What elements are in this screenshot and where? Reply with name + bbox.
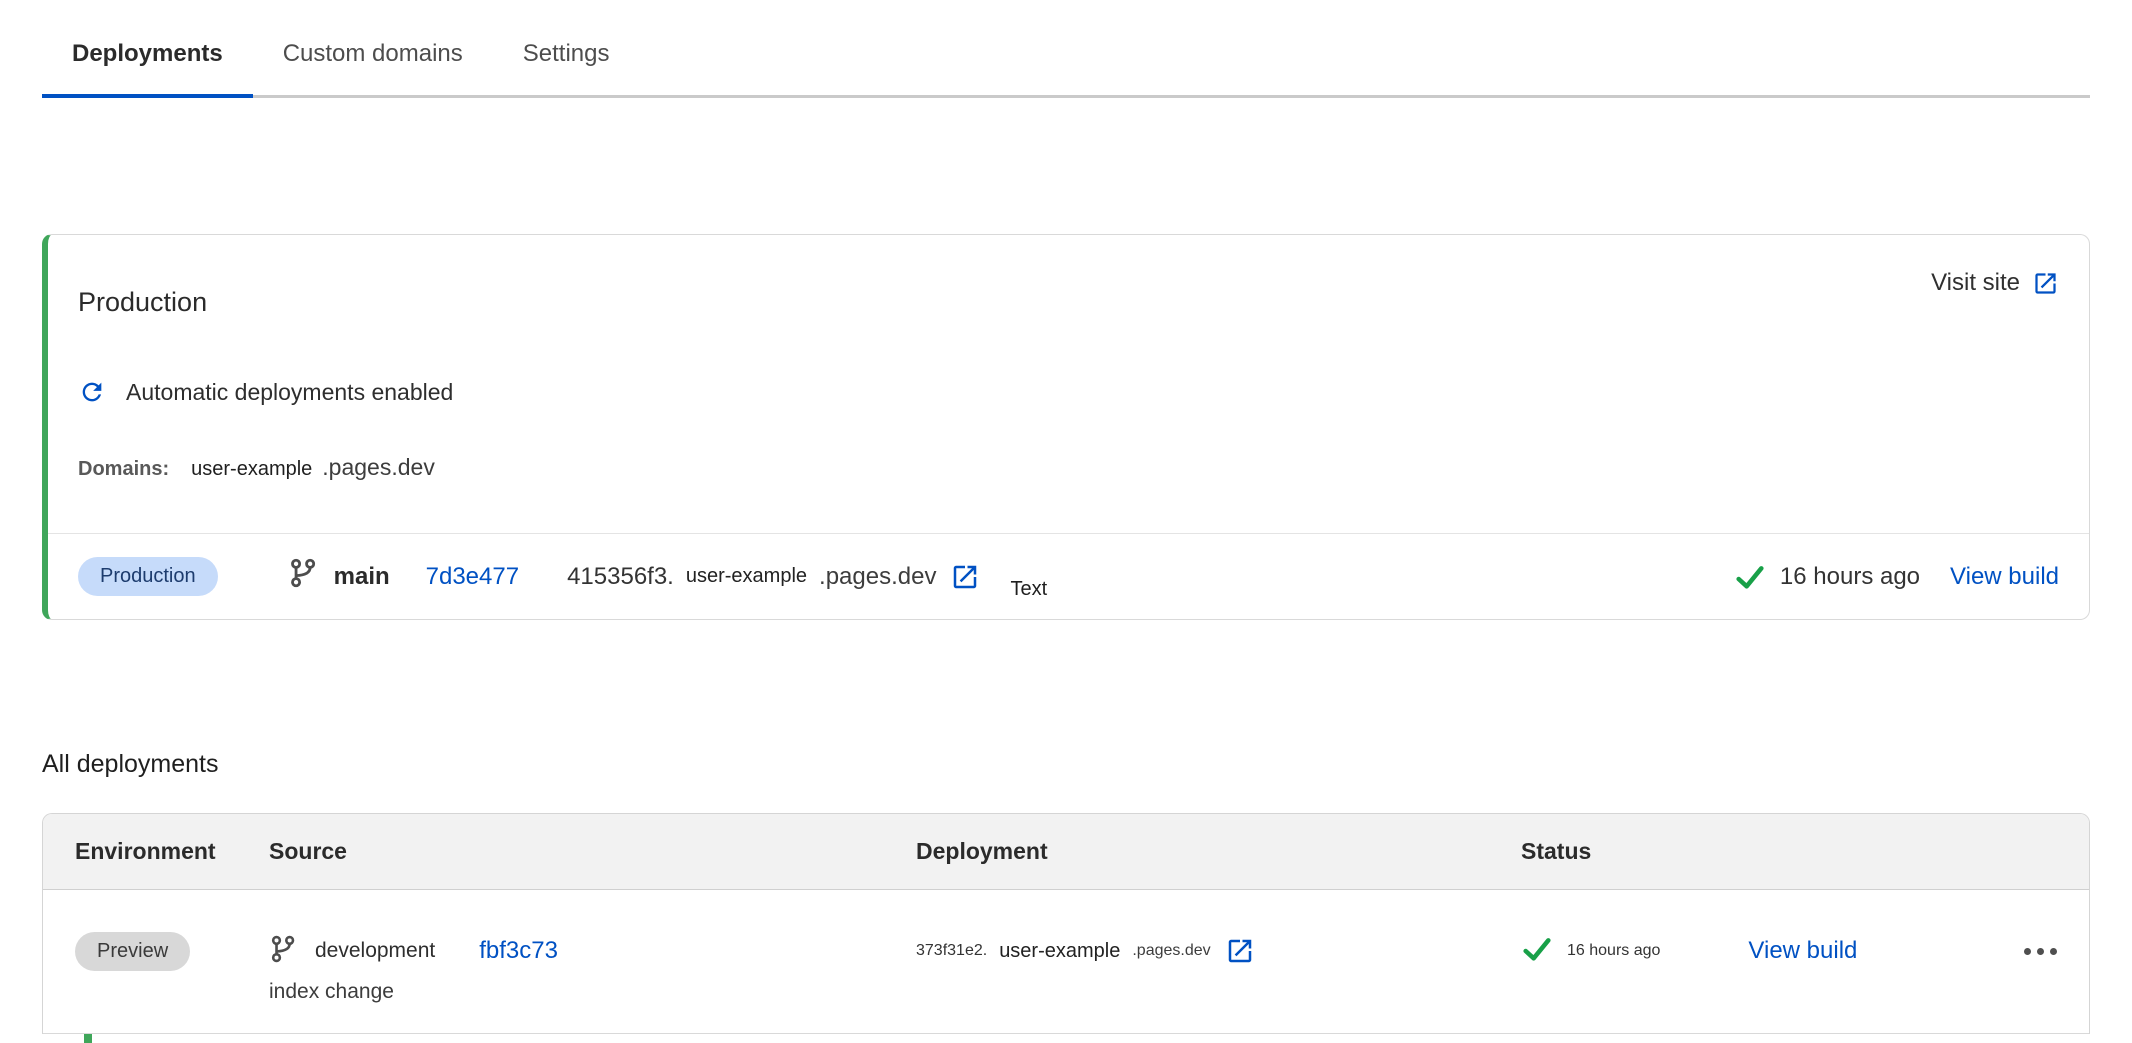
deployment-time: 16 hours ago [1567, 942, 1660, 960]
external-link-icon[interactable] [1211, 936, 1255, 966]
commit-link[interactable]: fbf3c73 [479, 937, 558, 965]
column-header-source: Source [269, 838, 916, 865]
domain-subdomain: user-example [191, 458, 312, 481]
environment-badge: Production [78, 557, 218, 596]
row-note: Text [1010, 578, 1047, 601]
refresh-icon [78, 378, 106, 406]
deployment-url: 373f31e2. user-example .pages.dev [916, 936, 1255, 966]
production-title: Production [78, 287, 207, 318]
view-build-link[interactable]: View build [1950, 563, 2059, 591]
tab-deployments[interactable]: Deployments [42, 30, 253, 98]
external-link-icon [2032, 270, 2059, 297]
next-row-green-border-peek [84, 1034, 92, 1043]
production-card: Production Visit site Automatic deployme… [42, 234, 2090, 620]
branch-group: main [288, 558, 390, 595]
check-icon [1734, 561, 1766, 593]
deployment-cell: 373f31e2. user-example .pages.dev [916, 928, 1521, 1005]
git-branch-icon [269, 935, 297, 968]
table-header-row: Environment Source Deployment Status [43, 814, 2089, 890]
auto-deployments-status: Automatic deployments enabled [48, 378, 2089, 406]
column-header-deployment: Deployment [916, 838, 1521, 865]
environment-cell: Preview [75, 928, 269, 1005]
more-actions-button[interactable] [2022, 942, 2059, 961]
status-cell: 16 hours ago View build [1521, 928, 2059, 1005]
page: Deployments Custom domains Settings Prod… [0, 30, 2132, 1043]
all-deployments-heading: All deployments [42, 750, 2090, 779]
environment-badge: Preview [75, 932, 190, 971]
visit-site-link[interactable]: Visit site [1931, 269, 2059, 297]
tab-custom-domains[interactable]: Custom domains [253, 30, 493, 98]
source-cell: development fbf3c73 index change [269, 928, 916, 1005]
production-card-header: Production Visit site [48, 235, 2089, 336]
domain-suffix: .pages.dev [322, 454, 435, 481]
tab-bar: Deployments Custom domains Settings [42, 30, 2090, 98]
deployment-url-suffix: .pages.dev [1132, 942, 1210, 960]
commit-message: index change [269, 980, 916, 1004]
deployment-url-suffix: .pages.dev [819, 563, 936, 591]
deployment-url-prefix: 373f31e2. [916, 942, 987, 960]
commit-link[interactable]: 7d3e477 [426, 563, 519, 591]
domains-label: Domains: [78, 458, 169, 481]
deployment-url: 415356f3. user-example .pages.dev [567, 562, 980, 592]
auto-deployments-text: Automatic deployments enabled [126, 379, 453, 406]
domains-line: Domains: user-example .pages.dev [48, 454, 2089, 481]
column-header-environment: Environment [75, 838, 269, 865]
deployment-url-subdomain: user-example [686, 565, 807, 588]
table-row: Preview development fbf3 [43, 890, 2089, 1034]
visit-site-label: Visit site [1931, 269, 2020, 297]
git-branch-icon [288, 558, 318, 595]
production-deployment-row: Production main 7d3e477 415356f3. user-e… [48, 533, 2089, 619]
column-header-status: Status [1521, 838, 2059, 865]
deployments-table: Environment Source Deployment Status Pre… [42, 813, 2090, 1034]
branch-name: development [315, 939, 435, 963]
status-group: 16 hours ago View build [1734, 561, 2059, 593]
branch-name: main [334, 563, 390, 591]
deployment-time: 16 hours ago [1780, 563, 1920, 591]
deployment-url-prefix: 415356f3. [567, 563, 674, 591]
deployment-url-subdomain: user-example [999, 940, 1120, 963]
view-build-link[interactable]: View build [1748, 937, 1857, 965]
external-link-icon[interactable] [936, 562, 980, 592]
check-icon [1521, 933, 1553, 970]
tab-settings[interactable]: Settings [493, 30, 640, 98]
